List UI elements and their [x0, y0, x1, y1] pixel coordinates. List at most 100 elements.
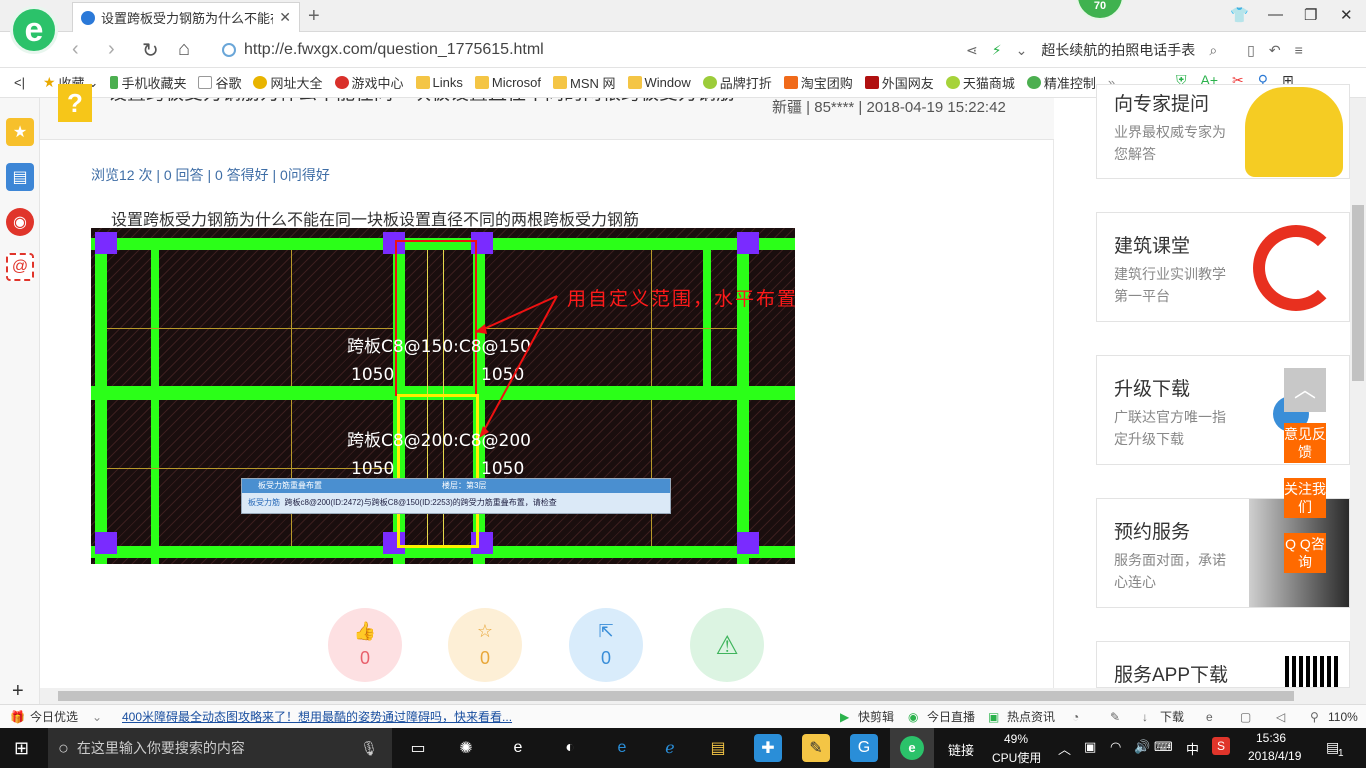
new-tab-button[interactable]: +	[308, 5, 320, 28]
today-picks[interactable]: 今日优选	[30, 708, 78, 725]
sidebar-card-expert[interactable]: 向专家提问 业界最权威专家为您解答	[1096, 84, 1350, 179]
back-icon[interactable]: ‹	[72, 38, 79, 61]
fan-app-icon[interactable]: ✺	[452, 734, 480, 762]
vertical-scrollbar[interactable]	[1350, 98, 1366, 688]
bookmark-item[interactable]: 谷歌	[198, 73, 241, 92]
tab-close-icon[interactable]: ✕	[279, 9, 291, 26]
close-window-button[interactable]: ✕	[1340, 6, 1353, 24]
horizontal-scroll-thumb[interactable]	[58, 691, 1294, 701]
home-icon[interactable]: ⌂	[178, 38, 190, 61]
g-app-icon[interactable]: G	[850, 734, 878, 762]
share-icon[interactable]: ⋖	[966, 42, 978, 59]
undo-icon[interactable]: ↶	[1269, 42, 1281, 59]
hotnews-button[interactable]: 热点资讯	[1007, 708, 1055, 725]
bookmark-folder[interactable]: MSN 网	[553, 73, 616, 92]
notes-app-icon[interactable]: ✎	[802, 734, 830, 762]
favorite-button[interactable]: ☆ 0	[448, 608, 522, 682]
minimize-button[interactable]: —	[1268, 6, 1283, 23]
bookmark-folder[interactable]: Links	[415, 75, 463, 90]
reading-list-icon[interactable]: ▤	[6, 163, 34, 191]
zoom-level[interactable]: 110%	[1328, 710, 1358, 724]
task-view-icon[interactable]: ▭	[404, 734, 432, 762]
tray-app-icon[interactable]: ▣	[1084, 739, 1096, 755]
wifi-icon[interactable]: ◠	[1110, 739, 1121, 755]
spiral-app-icon[interactable]: ◐	[556, 734, 584, 762]
microphone-icon[interactable]: 🎙	[360, 740, 378, 757]
back-to-top-button[interactable]: ︿	[1284, 368, 1326, 412]
download-button[interactable]: 下载	[1160, 708, 1184, 725]
file-explorer-icon[interactable]: ▤	[704, 734, 732, 762]
bookmark-item[interactable]: 外国网友	[864, 73, 934, 92]
bookmark-item[interactable]: 网址大全	[253, 73, 323, 92]
phone-icon[interactable]: ▯	[1247, 42, 1255, 59]
news-link[interactable]: 400米障碍最全动态图攻略来了！想用最酷的姿势通过障碍吗，快来看看...	[122, 708, 512, 725]
volume-icon[interactable]: 🔊	[1134, 739, 1150, 755]
like-button[interactable]: 👍 0	[328, 608, 402, 682]
ie-blue-app-icon[interactable]: ℯ	[656, 734, 684, 762]
notification-count: 1	[1338, 748, 1344, 759]
search-input[interactable]: 超长续航的拍照电话手表	[1041, 40, 1195, 60]
active-browser-task[interactable]: e	[890, 728, 934, 768]
clock-date[interactable]: 2018/4/19	[1248, 749, 1301, 763]
keyboard-icon[interactable]: ⌨	[1154, 739, 1173, 755]
cpu-percent: 49%	[1004, 732, 1029, 746]
taskbar-search[interactable]: ○ 在这里输入你要搜索的内容 🎙	[48, 728, 392, 768]
skin-icon[interactable]: 👕	[1230, 6, 1249, 24]
speed-icon[interactable]: ◔	[1072, 710, 1079, 724]
bookmark-folder[interactable]: Window	[627, 75, 691, 90]
qr-code-image	[1285, 656, 1339, 687]
weibo-icon[interactable]: ◉	[6, 208, 34, 236]
bookmark-item[interactable]: 淘宝团购	[783, 73, 853, 92]
sidebar-card-classroom[interactable]: 建筑课堂 建筑行业实训教学第一平台	[1096, 212, 1350, 322]
mail-icon[interactable]: @	[6, 253, 34, 281]
taskbar: ⊞ ○ 在这里输入你要搜索的内容 🎙 ▭ ✺ e ◐ e ℯ ▤ ✚ ✎ G e…	[0, 728, 1366, 768]
sidebar-add-button[interactable]: +	[12, 680, 24, 703]
qq-consult-button[interactable]: Q Q咨询	[1284, 533, 1326, 573]
edge-app-icon[interactable]: e	[608, 734, 636, 762]
tab-favicon	[81, 10, 95, 25]
forward-icon[interactable]: ›	[108, 38, 115, 61]
classroom-logo-icon	[1253, 225, 1339, 311]
plus-app-icon[interactable]: ✚	[754, 734, 782, 762]
tray-chevron-icon[interactable]: ︿	[1058, 739, 1071, 758]
bookmark-item[interactable]: 手机收藏夹	[110, 73, 186, 92]
audio-icon[interactable]: ◁	[1276, 710, 1285, 724]
refresh-icon[interactable]: ↻	[142, 38, 159, 63]
vertical-scroll-thumb[interactable]	[1352, 205, 1364, 381]
menu-icon[interactable]: ≡	[1295, 42, 1303, 58]
bookmark-item[interactable]: 天猫商城	[945, 73, 1015, 92]
window-icon[interactable]: ▢	[1240, 710, 1251, 724]
lightning-icon[interactable]: ⚡	[992, 42, 1002, 59]
live-button[interactable]: 今日直播	[927, 708, 975, 725]
browser-tab[interactable]: 设置跨板受力钢筋为什么不能在同 ✕	[72, 2, 300, 32]
bookmark-item[interactable]: 游戏中心	[334, 73, 404, 92]
ime-indicator[interactable]: 中	[1186, 739, 1199, 758]
bookmarks-toggle-icon[interactable]: <|	[14, 75, 25, 90]
quickclip-button[interactable]: 快剪辑	[858, 708, 894, 725]
sidebar-card-app[interactable]: 服务APP下载	[1096, 641, 1350, 688]
address-bar[interactable]: http://e.fwxgx.com/question_1775615.html	[222, 37, 942, 63]
chevron-down-icon[interactable]: ⌄	[92, 710, 102, 724]
ie-app-icon[interactable]: e	[504, 734, 532, 762]
favorites-star-icon[interactable]: ★	[6, 118, 34, 146]
ie-mode-icon[interactable]: e	[1206, 710, 1213, 724]
pin-icon[interactable]: ✎	[1110, 710, 1120, 724]
browser-logo[interactable]: e	[10, 6, 58, 54]
dropdown-icon[interactable]: ⌄	[1016, 42, 1028, 59]
link-label[interactable]: 链接	[948, 740, 974, 759]
report-button[interactable]: ⚠	[690, 608, 764, 682]
sogou-ime-icon[interactable]: S	[1212, 737, 1230, 755]
cad-annotation: 用自定义范围，水平布置	[567, 288, 799, 310]
bookmark-item[interactable]: 精准控制	[1026, 73, 1096, 92]
bookmark-item[interactable]: 品牌打折	[702, 73, 772, 92]
clock-time[interactable]: 15:36	[1256, 731, 1286, 745]
share-button[interactable]: ⇱ 0	[569, 608, 643, 682]
url-text[interactable]: http://e.fwxgx.com/question_1775615.html	[244, 41, 544, 59]
bookmark-folder[interactable]: Microsof	[474, 75, 541, 90]
cad-warning-dialog[interactable]: 板受力筋重叠布置 楼层：第3层 板受力筋 跨板c8@200(ID:2472)与跨板…	[241, 478, 671, 514]
windows-start-icon[interactable]: ⊞	[14, 738, 29, 759]
search-icon[interactable]: ⌕	[1209, 42, 1217, 59]
follow-us-button[interactable]: 关注我们	[1284, 478, 1326, 518]
feedback-button[interactable]: 意见反馈	[1284, 423, 1326, 463]
maximize-button[interactable]: ❐	[1304, 6, 1317, 24]
